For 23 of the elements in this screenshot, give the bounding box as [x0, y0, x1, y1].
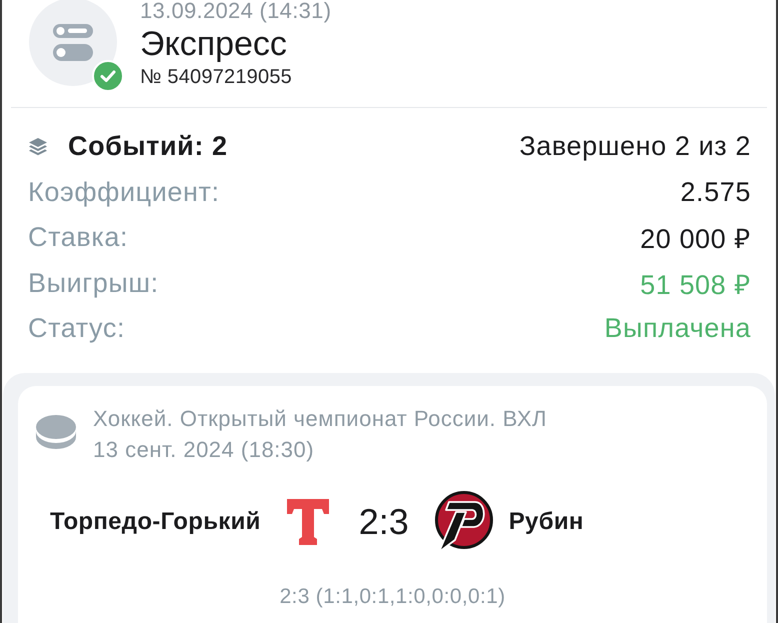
summary-label: Статус:: [28, 313, 126, 344]
period-scores: 2:3 (1:1,0:1,1:0,0:0,0:1): [280, 584, 506, 610]
tournament-name: Хоккей. Открытый чемпионат России. ВХЛ: [93, 404, 547, 433]
match-score: 2:3: [358, 500, 409, 542]
summary-label: Коэффициент:: [28, 176, 220, 208]
bet-number: № 54097219055: [140, 65, 293, 89]
completed-count: Завершено 2 из 2: [519, 131, 751, 162]
summary-label: Ставка:: [28, 222, 128, 254]
team-name: Рубин: [508, 508, 584, 536]
bet-title: Экспресс: [140, 24, 288, 64]
event-date: 13 сент. 2024 (18:30): [93, 436, 316, 464]
layers-icon: [28, 136, 48, 157]
summary-value: Выплачена: [604, 313, 751, 344]
bet-date: 13.09.2024 (14:31): [140, 0, 332, 24]
summary-value: 20 000 ₽: [640, 223, 751, 256]
summary-label: Выигрыш:: [28, 268, 159, 299]
team-name: Торпедо-Горький: [50, 508, 261, 536]
team-logo-icon: [286, 498, 329, 544]
summary-value: 51 508 ₽: [640, 268, 751, 302]
events-count: Событий: 2: [68, 131, 228, 162]
check-badge-icon: [92, 60, 124, 92]
hockey-puck-icon: [36, 414, 76, 450]
summary-value: 2.575: [680, 176, 751, 208]
